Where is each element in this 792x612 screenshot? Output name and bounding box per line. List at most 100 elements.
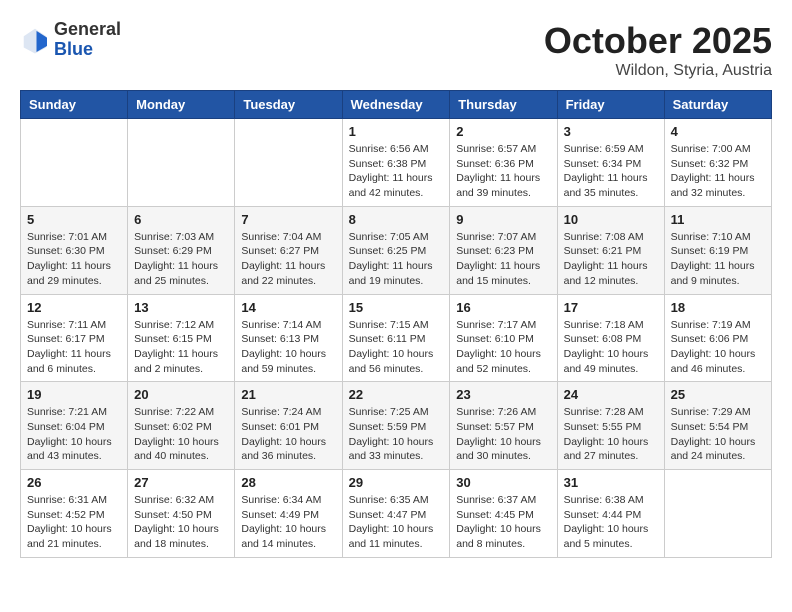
week-row-5: 26 Sunrise: 6:31 AM Sunset: 4:52 PM Dayli…	[21, 470, 772, 558]
day-number: 16	[456, 300, 550, 315]
day-info: Sunrise: 7:28 AM Sunset: 5:55 PM Dayligh…	[564, 405, 658, 464]
calendar-cell: 8 Sunrise: 7:05 AM Sunset: 6:25 PM Daylig…	[342, 206, 450, 294]
day-info: Sunrise: 7:18 AM Sunset: 6:08 PM Dayligh…	[564, 318, 658, 377]
logo: General Blue	[20, 20, 121, 60]
day-info: Sunrise: 7:19 AM Sunset: 6:06 PM Dayligh…	[671, 318, 765, 377]
weekday-header-monday: Monday	[128, 91, 235, 119]
calendar-cell: 10Sunrise: 7:08 AM Sunset: 6:21 PM Dayli…	[557, 206, 664, 294]
day-info: Sunrise: 7:11 AM Sunset: 6:17 PM Dayligh…	[27, 318, 121, 377]
calendar-cell: 11 Sunrise: 7:10 AM Sunset: 6:19 PM Dayli…	[664, 206, 771, 294]
day-info: Sunrise: 6:57 AM Sunset: 6:36 PM Dayligh…	[456, 142, 550, 201]
day-info: Sunrise: 6:34 AM Sunset: 4:49 PM Dayligh…	[241, 493, 335, 552]
day-number: 14	[241, 300, 335, 315]
weekday-header-sunday: Sunday	[21, 91, 128, 119]
day-info: Sunrise: 6:38 AM Sunset: 4:44 PM Dayligh…	[564, 493, 658, 552]
calendar-cell: 19 Sunrise: 7:21 AM Sunset: 6:04 PM Dayli…	[21, 382, 128, 470]
day-number: 11	[671, 212, 765, 227]
calendar-cell: 6 Sunrise: 7:03 AM Sunset: 6:29 PM Daylig…	[128, 206, 235, 294]
day-number: 3	[564, 124, 658, 139]
day-number: 31	[564, 475, 658, 490]
calendar-cell: 26 Sunrise: 6:31 AM Sunset: 4:52 PM Dayli…	[21, 470, 128, 558]
title-area: October 2025 Wildon, Styria, Austria	[544, 20, 772, 80]
day-info: Sunrise: 7:25 AM Sunset: 5:59 PM Dayligh…	[349, 405, 444, 464]
day-number: 9	[456, 212, 550, 227]
day-number: 20	[134, 387, 228, 402]
calendar-cell: 13Sunrise: 7:12 AM Sunset: 6:15 PM Dayli…	[128, 294, 235, 382]
day-info: Sunrise: 7:05 AM Sunset: 6:25 PM Dayligh…	[349, 230, 444, 289]
day-number: 5	[27, 212, 121, 227]
day-info: Sunrise: 7:24 AM Sunset: 6:01 PM Dayligh…	[241, 405, 335, 464]
calendar-cell: 20 Sunrise: 7:22 AM Sunset: 6:02 PM Dayli…	[128, 382, 235, 470]
day-number: 10	[564, 212, 658, 227]
weekday-header-thursday: Thursday	[450, 91, 557, 119]
day-info: Sunrise: 7:29 AM Sunset: 5:54 PM Dayligh…	[671, 405, 765, 464]
day-info: Sunrise: 7:21 AM Sunset: 6:04 PM Dayligh…	[27, 405, 121, 464]
day-info: Sunrise: 6:31 AM Sunset: 4:52 PM Dayligh…	[27, 493, 121, 552]
calendar-cell: 12 Sunrise: 7:11 AM Sunset: 6:17 PM Dayli…	[21, 294, 128, 382]
weekday-header-row: SundayMondayTuesdayWednesdayThursdayFrid…	[21, 91, 772, 119]
day-info: Sunrise: 7:01 AM Sunset: 6:30 PM Dayligh…	[27, 230, 121, 289]
day-info: Sunrise: 7:22 AM Sunset: 6:02 PM Dayligh…	[134, 405, 228, 464]
day-number: 29	[349, 475, 444, 490]
calendar-cell: 5 Sunrise: 7:01 AM Sunset: 6:30 PM Daylig…	[21, 206, 128, 294]
month-title: October 2025	[544, 20, 772, 62]
day-number: 1	[349, 124, 444, 139]
calendar-cell: 17 Sunrise: 7:18 AM Sunset: 6:08 PM Dayli…	[557, 294, 664, 382]
weekday-header-saturday: Saturday	[664, 91, 771, 119]
calendar-cell	[128, 119, 235, 207]
day-number: 26	[27, 475, 121, 490]
day-number: 15	[349, 300, 444, 315]
calendar-cell	[664, 470, 771, 558]
weekday-header-friday: Friday	[557, 91, 664, 119]
day-info: Sunrise: 6:32 AM Sunset: 4:50 PM Dayligh…	[134, 493, 228, 552]
calendar-cell: 23 Sunrise: 7:26 AM Sunset: 5:57 PM Dayli…	[450, 382, 557, 470]
calendar-cell: 7 Sunrise: 7:04 AM Sunset: 6:27 PM Daylig…	[235, 206, 342, 294]
day-number: 4	[671, 124, 765, 139]
logo-text: General Blue	[54, 20, 121, 60]
calendar-cell: 15Sunrise: 7:15 AM Sunset: 6:11 PM Dayli…	[342, 294, 450, 382]
day-number: 22	[349, 387, 444, 402]
day-number: 6	[134, 212, 228, 227]
calendar-cell: 2 Sunrise: 6:57 AM Sunset: 6:36 PM Daylig…	[450, 119, 557, 207]
day-number: 19	[27, 387, 121, 402]
day-info: Sunrise: 7:03 AM Sunset: 6:29 PM Dayligh…	[134, 230, 228, 289]
calendar-cell: 1 Sunrise: 6:56 AM Sunset: 6:38 PM Daylig…	[342, 119, 450, 207]
day-info: Sunrise: 7:17 AM Sunset: 6:10 PM Dayligh…	[456, 318, 550, 377]
calendar-cell: 18 Sunrise: 7:19 AM Sunset: 6:06 PM Dayli…	[664, 294, 771, 382]
week-row-4: 19 Sunrise: 7:21 AM Sunset: 6:04 PM Dayli…	[21, 382, 772, 470]
location: Wildon, Styria, Austria	[544, 62, 772, 80]
day-info: Sunrise: 6:37 AM Sunset: 4:45 PM Dayligh…	[456, 493, 550, 552]
day-info: Sunrise: 6:59 AM Sunset: 6:34 PM Dayligh…	[564, 142, 658, 201]
day-number: 24	[564, 387, 658, 402]
week-row-3: 12 Sunrise: 7:11 AM Sunset: 6:17 PM Dayli…	[21, 294, 772, 382]
day-number: 17	[564, 300, 658, 315]
day-number: 2	[456, 124, 550, 139]
day-number: 28	[241, 475, 335, 490]
calendar-cell: 9Sunrise: 7:07 AM Sunset: 6:23 PM Daylig…	[450, 206, 557, 294]
day-info: Sunrise: 7:10 AM Sunset: 6:19 PM Dayligh…	[671, 230, 765, 289]
day-number: 23	[456, 387, 550, 402]
day-info: Sunrise: 7:26 AM Sunset: 5:57 PM Dayligh…	[456, 405, 550, 464]
week-row-2: 5 Sunrise: 7:01 AM Sunset: 6:30 PM Daylig…	[21, 206, 772, 294]
day-info: Sunrise: 6:35 AM Sunset: 4:47 PM Dayligh…	[349, 493, 444, 552]
day-number: 12	[27, 300, 121, 315]
week-row-1: 1 Sunrise: 6:56 AM Sunset: 6:38 PM Daylig…	[21, 119, 772, 207]
calendar-cell: 31 Sunrise: 6:38 AM Sunset: 4:44 PM Dayli…	[557, 470, 664, 558]
day-number: 13	[134, 300, 228, 315]
header: General Blue October 2025 Wildon, Styria…	[20, 20, 772, 80]
day-number: 18	[671, 300, 765, 315]
day-number: 7	[241, 212, 335, 227]
calendar-cell: 14Sunrise: 7:14 AM Sunset: 6:13 PM Dayli…	[235, 294, 342, 382]
calendar-cell: 24 Sunrise: 7:28 AM Sunset: 5:55 PM Dayli…	[557, 382, 664, 470]
calendar-cell: 25Sunrise: 7:29 AM Sunset: 5:54 PM Dayli…	[664, 382, 771, 470]
logo-icon	[20, 25, 50, 55]
calendar-cell	[235, 119, 342, 207]
day-number: 30	[456, 475, 550, 490]
day-number: 27	[134, 475, 228, 490]
calendar-cell: 3 Sunrise: 6:59 AM Sunset: 6:34 PM Daylig…	[557, 119, 664, 207]
day-info: Sunrise: 6:56 AM Sunset: 6:38 PM Dayligh…	[349, 142, 444, 201]
day-info: Sunrise: 7:04 AM Sunset: 6:27 PM Dayligh…	[241, 230, 335, 289]
day-number: 8	[349, 212, 444, 227]
weekday-header-wednesday: Wednesday	[342, 91, 450, 119]
calendar-cell: 21Sunrise: 7:24 AM Sunset: 6:01 PM Dayli…	[235, 382, 342, 470]
